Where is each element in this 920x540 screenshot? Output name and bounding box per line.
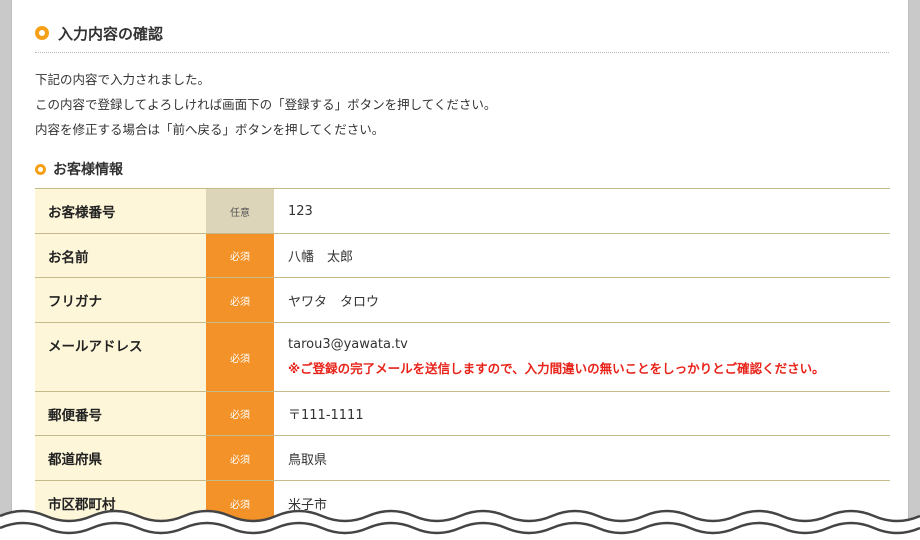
table-row: 郵便番号 必須 〒111-1111 (35, 391, 890, 436)
row-label: お名前 (35, 233, 206, 278)
required-badge: 必須 (206, 435, 274, 481)
row-label: メールアドレス (35, 322, 206, 392)
ring-icon (35, 26, 49, 40)
row-value: 八幡 太郎 (274, 233, 890, 278)
row-label: お客様番号 (35, 188, 206, 234)
table-row: お名前 必須 八幡 太郎 (35, 233, 890, 278)
table-row: フリガナ 必須 ヤワタ タロウ (35, 277, 890, 323)
intro-line: 内容を修正する場合は「前へ戻る」ボタンを押してください。 (35, 122, 385, 137)
section-title: 入力内容の確認 (58, 24, 164, 43)
required-badge: 必須 (206, 391, 274, 436)
section-header: 入力内容の確認 (35, 22, 163, 44)
subsection-header: お客様情報 (35, 158, 123, 180)
email-value: tarou3@yawata.tv (288, 337, 408, 352)
ring-icon (35, 163, 46, 175)
confirmation-panel: 入力内容の確認 下記の内容で入力されました。 この内容で登録してよろしければ画面… (11, 0, 909, 540)
customer-info-table: お客様番号 任意 123 お名前 必須 八幡 太郎 フリガナ 必須 ヤワタ タロ… (35, 188, 890, 526)
row-value: 123 (274, 188, 890, 234)
required-badge: 必須 (206, 322, 274, 392)
optional-badge: 任意 (206, 188, 274, 234)
table-row: 都道府県 必須 鳥取県 (35, 435, 890, 481)
intro-line: 下記の内容で入力されました。 (35, 72, 211, 87)
intro-text: 下記の内容で入力されました。 この内容で登録してよろしければ画面下の「登録する」… (35, 67, 496, 142)
row-value-cell: tarou3@yawata.tv ※ご登録の完了メールを送信しますので、入力間違… (274, 322, 890, 392)
row-value: 〒111-1111 (274, 391, 890, 436)
table-row: メールアドレス 必須 tarou3@yawata.tv ※ご登録の完了メールを送… (35, 322, 890, 392)
row-label: フリガナ (35, 277, 206, 323)
row-label: 郵便番号 (35, 391, 206, 436)
row-value: 鳥取県 (274, 435, 890, 481)
row-value: ヤワタ タロウ (274, 277, 890, 323)
table-row: お客様番号 任意 123 (35, 188, 890, 234)
section-divider (35, 52, 889, 53)
required-badge: 必須 (206, 277, 274, 323)
row-label: 都道府県 (35, 435, 206, 481)
intro-line: この内容で登録してよろしければ画面下の「登録する」ボタンを押してください。 (35, 97, 497, 112)
torn-edge-decoration (0, 509, 920, 540)
required-badge: 必須 (206, 233, 274, 278)
subsection-title: お客様情報 (53, 162, 123, 178)
email-warning-note: ※ご登録の完了メールを送信しますので、入力間違いの無いことをしっかりとご確認くだ… (288, 361, 825, 376)
